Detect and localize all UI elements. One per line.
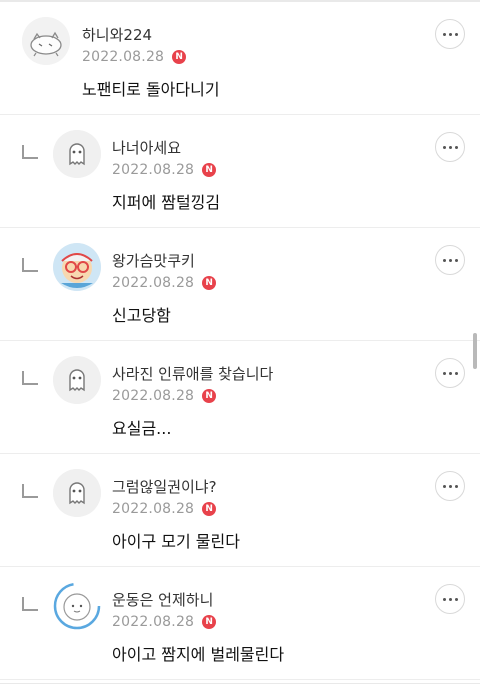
- default-ghost-avatar-icon: [53, 130, 101, 178]
- more-options-button[interactable]: [435, 358, 465, 388]
- cookie-character-avatar-icon: [53, 243, 101, 291]
- reply-arrow-icon: [22, 484, 38, 498]
- comment-date: 2022.08.28: [112, 162, 195, 178]
- comment-date: 2022.08.28: [112, 614, 195, 630]
- avatar[interactable]: [53, 582, 101, 630]
- reply-arrow-icon: [22, 371, 38, 385]
- new-badge-icon: N: [202, 163, 217, 177]
- comment-text: 노팬티로 돌아다니기: [82, 80, 220, 99]
- avatar[interactable]: [53, 469, 101, 517]
- new-badge-icon: N: [202, 389, 217, 403]
- new-badge-icon: N: [172, 50, 187, 64]
- round-face-avatar-icon: [53, 582, 101, 630]
- comment-meta: 2022.08.28 N: [82, 49, 187, 65]
- comment-date: 2022.08.28: [112, 501, 195, 517]
- comment-meta: 2022.08.28 N: [112, 275, 217, 291]
- reply-arrow-icon: [22, 597, 38, 611]
- comment-text: 지퍼에 짬털낑김: [112, 193, 221, 212]
- bottom-divider: [0, 683, 480, 684]
- reply-arrow-icon: [22, 258, 38, 272]
- more-options-button[interactable]: [435, 245, 465, 275]
- more-options-button[interactable]: [435, 584, 465, 614]
- comment-nickname[interactable]: 하니와224: [82, 24, 152, 45]
- reply-item: 나너아세요 2022.08.28 N 지퍼에 짬털낑김: [0, 115, 480, 228]
- comment-nickname[interactable]: 그럼않일권이냐?: [112, 476, 217, 497]
- comment-text: 아이구 모기 물린다: [112, 532, 240, 551]
- avatar[interactable]: [53, 356, 101, 404]
- cat-doodle-avatar-icon: [22, 17, 70, 65]
- comment-list: 하니와224 2022.08.28 N 노팬티로 돌아다니기 나너아세요 202…: [0, 2, 480, 680]
- comment-date: 2022.08.28: [112, 388, 195, 404]
- comment-text: 신고당함: [112, 306, 171, 325]
- reply-item: 왕가슴맛쿠키 2022.08.28 N 신고당함: [0, 228, 480, 341]
- avatar[interactable]: [22, 17, 70, 65]
- more-options-button[interactable]: [435, 19, 465, 49]
- comment-meta: 2022.08.28 N: [112, 501, 217, 517]
- new-badge-icon: N: [202, 502, 217, 516]
- comment-nickname[interactable]: 운동은 언제하니: [112, 589, 213, 610]
- reply-item: 그럼않일권이냐? 2022.08.28 N 아이구 모기 물린다: [0, 454, 480, 567]
- scrollbar-thumb[interactable]: [473, 333, 477, 369]
- more-options-button[interactable]: [435, 471, 465, 501]
- reply-arrow-icon: [22, 145, 38, 159]
- default-ghost-avatar-icon: [53, 356, 101, 404]
- comment-nickname[interactable]: 나너아세요: [112, 137, 181, 158]
- comment-nickname[interactable]: 사라진 인류애를 찾습니다: [112, 363, 273, 384]
- comment-text: 요실금...: [112, 419, 172, 438]
- comment-meta: 2022.08.28 N: [112, 388, 217, 404]
- comment-date: 2022.08.28: [112, 275, 195, 291]
- avatar[interactable]: [53, 243, 101, 291]
- comment-item: 하니와224 2022.08.28 N 노팬티로 돌아다니기: [0, 2, 480, 115]
- new-badge-icon: N: [202, 276, 217, 290]
- comment-nickname[interactable]: 왕가슴맛쿠키: [112, 250, 195, 271]
- comment-meta: 2022.08.28 N: [112, 614, 217, 630]
- comment-date: 2022.08.28: [82, 49, 165, 65]
- reply-item: 사라진 인류애를 찾습니다 2022.08.28 N 요실금...: [0, 341, 480, 454]
- default-ghost-avatar-icon: [53, 469, 101, 517]
- more-options-button[interactable]: [435, 132, 465, 162]
- comment-text: 아이고 짬지에 벌레물린다: [112, 645, 285, 664]
- avatar[interactable]: [53, 130, 101, 178]
- comment-meta: 2022.08.28 N: [112, 162, 217, 178]
- reply-item: 운동은 언제하니 2022.08.28 N 아이고 짬지에 벌레물린다: [0, 567, 480, 680]
- new-badge-icon: N: [202, 615, 217, 629]
